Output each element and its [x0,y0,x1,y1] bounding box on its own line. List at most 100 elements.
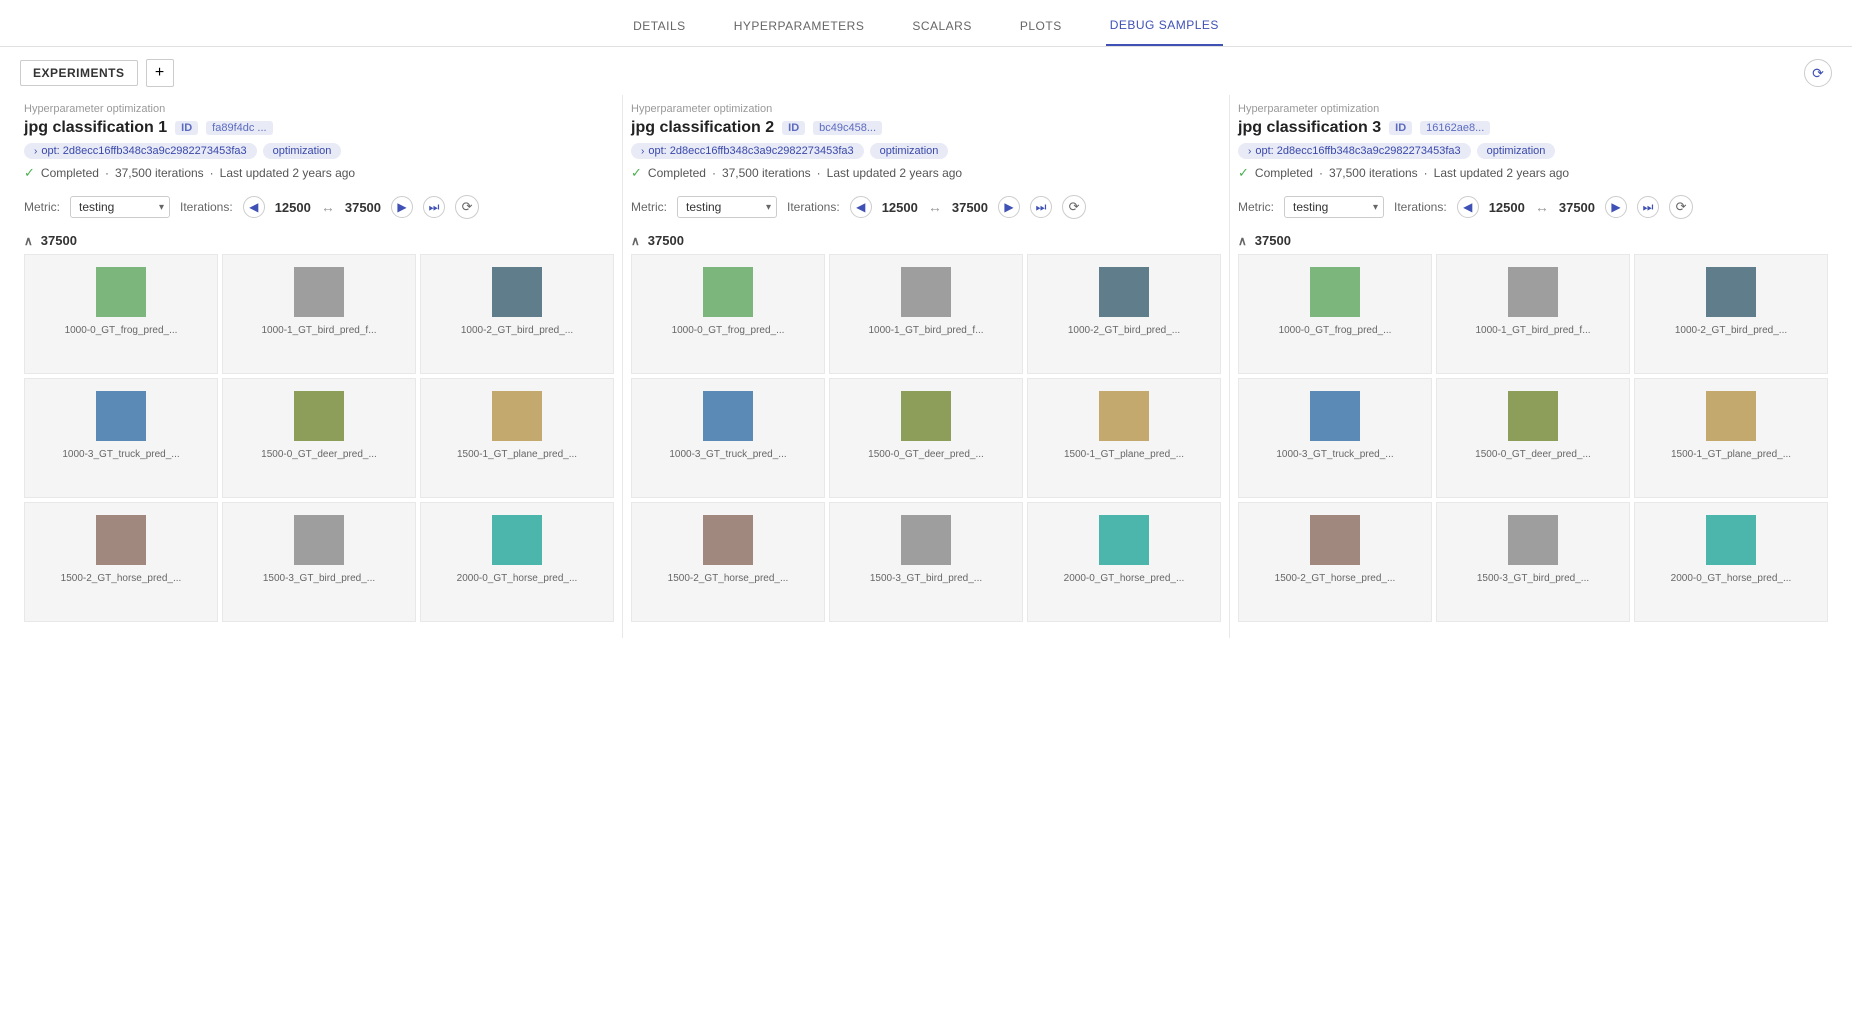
iter-range-icon-2: ↔ [928,199,942,215]
image-card-3-8[interactable]: 2000-0_GT_horse_pred_... [1634,502,1828,622]
image-label-2-5: 1500-1_GT_plane_pred_... [1064,449,1184,460]
image-card-2-0[interactable]: 1000-0_GT_frog_pred_... [631,254,825,374]
tag-1-0[interactable]: › opt: 2d8ecc16ffb348c3a9c2982273453fa3 [24,143,257,159]
tag-2-0[interactable]: › opt: 2d8ecc16ffb348c3a9c2982273453fa3 [631,143,864,159]
image-thumb-1-7 [294,515,344,565]
iter-next-btn-2[interactable]: ▶ [998,196,1020,218]
image-card-1-8[interactable]: 2000-0_GT_horse_pred_... [420,502,614,622]
image-card-1-2[interactable]: 1000-2_GT_bird_pred_... [420,254,614,374]
image-card-2-7[interactable]: 1500-3_GT_bird_pred_... [829,502,1023,622]
metric-label-2: Metric: [631,200,667,214]
top-navigation: DETAILS HYPERPARAMETERS SCALARS PLOTS DE… [0,0,1852,47]
toolbar-right: ⟳ [1804,59,1832,87]
status-dot-3: · [1319,166,1323,180]
sync-btn-1[interactable]: ⟳ [455,195,479,219]
iter-prev-btn-2[interactable]: ◀ [850,196,872,218]
iterations-text-1: 37,500 iterations [115,166,204,180]
tag-label: optimization [273,145,332,157]
image-card-3-1[interactable]: 1000-1_GT_bird_pred_f... [1436,254,1630,374]
metric-select-1[interactable]: testing [70,196,170,218]
badge-id-1: ID [175,121,198,135]
iter-label-3: Iterations: [1394,200,1447,214]
image-card-2-4[interactable]: 1500-0_GT_deer_pred_... [829,378,1023,498]
tag-arrow-icon: › [1248,146,1251,157]
collapse-btn-1[interactable]: ∧ [24,234,33,248]
toolbar: EXPERIMENTS + ⟳ [0,47,1852,95]
image-card-2-6[interactable]: 1500-2_GT_horse_pred_... [631,502,825,622]
iter-end-btn-2[interactable]: ⏭ [1030,196,1052,218]
iter-prev-btn-3[interactable]: ◀ [1457,196,1479,218]
image-label-3-5: 1500-1_GT_plane_pred_... [1671,449,1791,460]
tag-label: optimization [880,145,939,157]
image-card-3-4[interactable]: 1500-0_GT_deer_pred_... [1436,378,1630,498]
tag-3-0[interactable]: › opt: 2d8ecc16ffb348c3a9c2982273453fa3 [1238,143,1471,159]
image-label-1-6: 1500-2_GT_horse_pred_... [61,573,182,584]
tag-3-1[interactable]: optimization [1477,143,1556,159]
image-card-2-1[interactable]: 1000-1_GT_bird_pred_f... [829,254,1023,374]
image-card-3-5[interactable]: 1500-1_GT_plane_pred_... [1634,378,1828,498]
experiments-button[interactable]: EXPERIMENTS [20,60,138,86]
image-card-1-7[interactable]: 1500-3_GT_bird_pred_... [222,502,416,622]
iter-start-1: 12500 [275,200,311,215]
metric-select-2[interactable]: testing [677,196,777,218]
image-label-1-4: 1500-0_GT_deer_pred_... [261,449,377,460]
status-text-1: Completed [41,166,99,180]
tag-2-1[interactable]: optimization [870,143,949,159]
iter-range-icon-3: ↔ [1535,199,1549,215]
image-grid-2: 1000-0_GT_frog_pred_... 1000-1_GT_bird_p… [631,254,1221,622]
iter-end-btn-1[interactable]: ⏭ [423,196,445,218]
status-dot2-3: · [1424,166,1428,180]
tab-hyperparameters[interactable]: HYPERPARAMETERS [730,11,869,45]
image-card-3-7[interactable]: 1500-3_GT_bird_pred_... [1436,502,1630,622]
iter-prev-btn-1[interactable]: ◀ [243,196,265,218]
exp-title-3: jpg classification 3 [1238,119,1381,137]
tab-plots[interactable]: PLOTS [1016,11,1066,45]
collapse-btn-2[interactable]: ∧ [631,234,640,248]
image-card-2-3[interactable]: 1000-3_GT_truck_pred_... [631,378,825,498]
image-card-2-8[interactable]: 2000-0_GT_horse_pred_... [1027,502,1221,622]
image-label-1-5: 1500-1_GT_plane_pred_... [457,449,577,460]
iter-next-btn-1[interactable]: ▶ [391,196,413,218]
image-card-3-6[interactable]: 1500-2_GT_horse_pred_... [1238,502,1432,622]
collapse-btn-3[interactable]: ∧ [1238,234,1247,248]
metric-select-3[interactable]: testing [1284,196,1384,218]
image-card-3-0[interactable]: 1000-0_GT_frog_pred_... [1238,254,1432,374]
image-label-3-8: 2000-0_GT_horse_pred_... [1671,573,1792,584]
tag-1-1[interactable]: optimization [263,143,342,159]
badge-id-2: ID [782,121,805,135]
image-card-2-5[interactable]: 1500-1_GT_plane_pred_... [1027,378,1221,498]
tag-label: opt: 2d8ecc16ffb348c3a9c2982273453fa3 [648,145,853,157]
image-card-2-2[interactable]: 1000-2_GT_bird_pred_... [1027,254,1221,374]
exp-super-title-1: Hyperparameter optimization [24,103,614,115]
image-card-3-3[interactable]: 1000-3_GT_truck_pred_... [1238,378,1432,498]
image-card-1-3[interactable]: 1000-3_GT_truck_pred_... [24,378,218,498]
status-check-icon-1: ✓ [24,165,35,181]
image-label-2-3: 1000-3_GT_truck_pred_... [669,449,786,460]
experiment-col-1: Hyperparameter optimization jpg classifi… [16,95,623,638]
tab-details[interactable]: DETAILS [629,11,690,45]
image-card-1-0[interactable]: 1000-0_GT_frog_pred_... [24,254,218,374]
image-thumb-2-2 [1099,267,1149,317]
image-card-1-1[interactable]: 1000-1_GT_bird_pred_f... [222,254,416,374]
image-thumb-2-4 [901,391,951,441]
tab-debug-samples[interactable]: DEBUG SAMPLES [1106,10,1223,46]
iter-next-btn-3[interactable]: ▶ [1605,196,1627,218]
tab-scalars[interactable]: SCALARS [908,11,976,45]
exp-header-2: Hyperparameter optimization jpg classifi… [631,95,1221,185]
toolbar-left: EXPERIMENTS + [20,59,174,87]
image-card-3-2[interactable]: 1000-2_GT_bird_pred_... [1634,254,1828,374]
image-card-1-4[interactable]: 1500-0_GT_deer_pred_... [222,378,416,498]
refresh-button[interactable]: ⟳ [1804,59,1832,87]
image-card-1-5[interactable]: 1500-1_GT_plane_pred_... [420,378,614,498]
image-label-2-4: 1500-0_GT_deer_pred_... [868,449,984,460]
image-label-1-1: 1000-1_GT_bird_pred_f... [261,325,376,336]
image-card-1-6[interactable]: 1500-2_GT_horse_pred_... [24,502,218,622]
sync-btn-2[interactable]: ⟳ [1062,195,1086,219]
image-thumb-2-7 [901,515,951,565]
image-thumb-1-8 [492,515,542,565]
iter-end-btn-3[interactable]: ⏭ [1637,196,1659,218]
sync-btn-3[interactable]: ⟳ [1669,195,1693,219]
exp-title-row-1: jpg classification 1 ID fa89f4dc ... [24,119,614,137]
add-experiment-button[interactable]: + [146,59,174,87]
metric-label-1: Metric: [24,200,60,214]
